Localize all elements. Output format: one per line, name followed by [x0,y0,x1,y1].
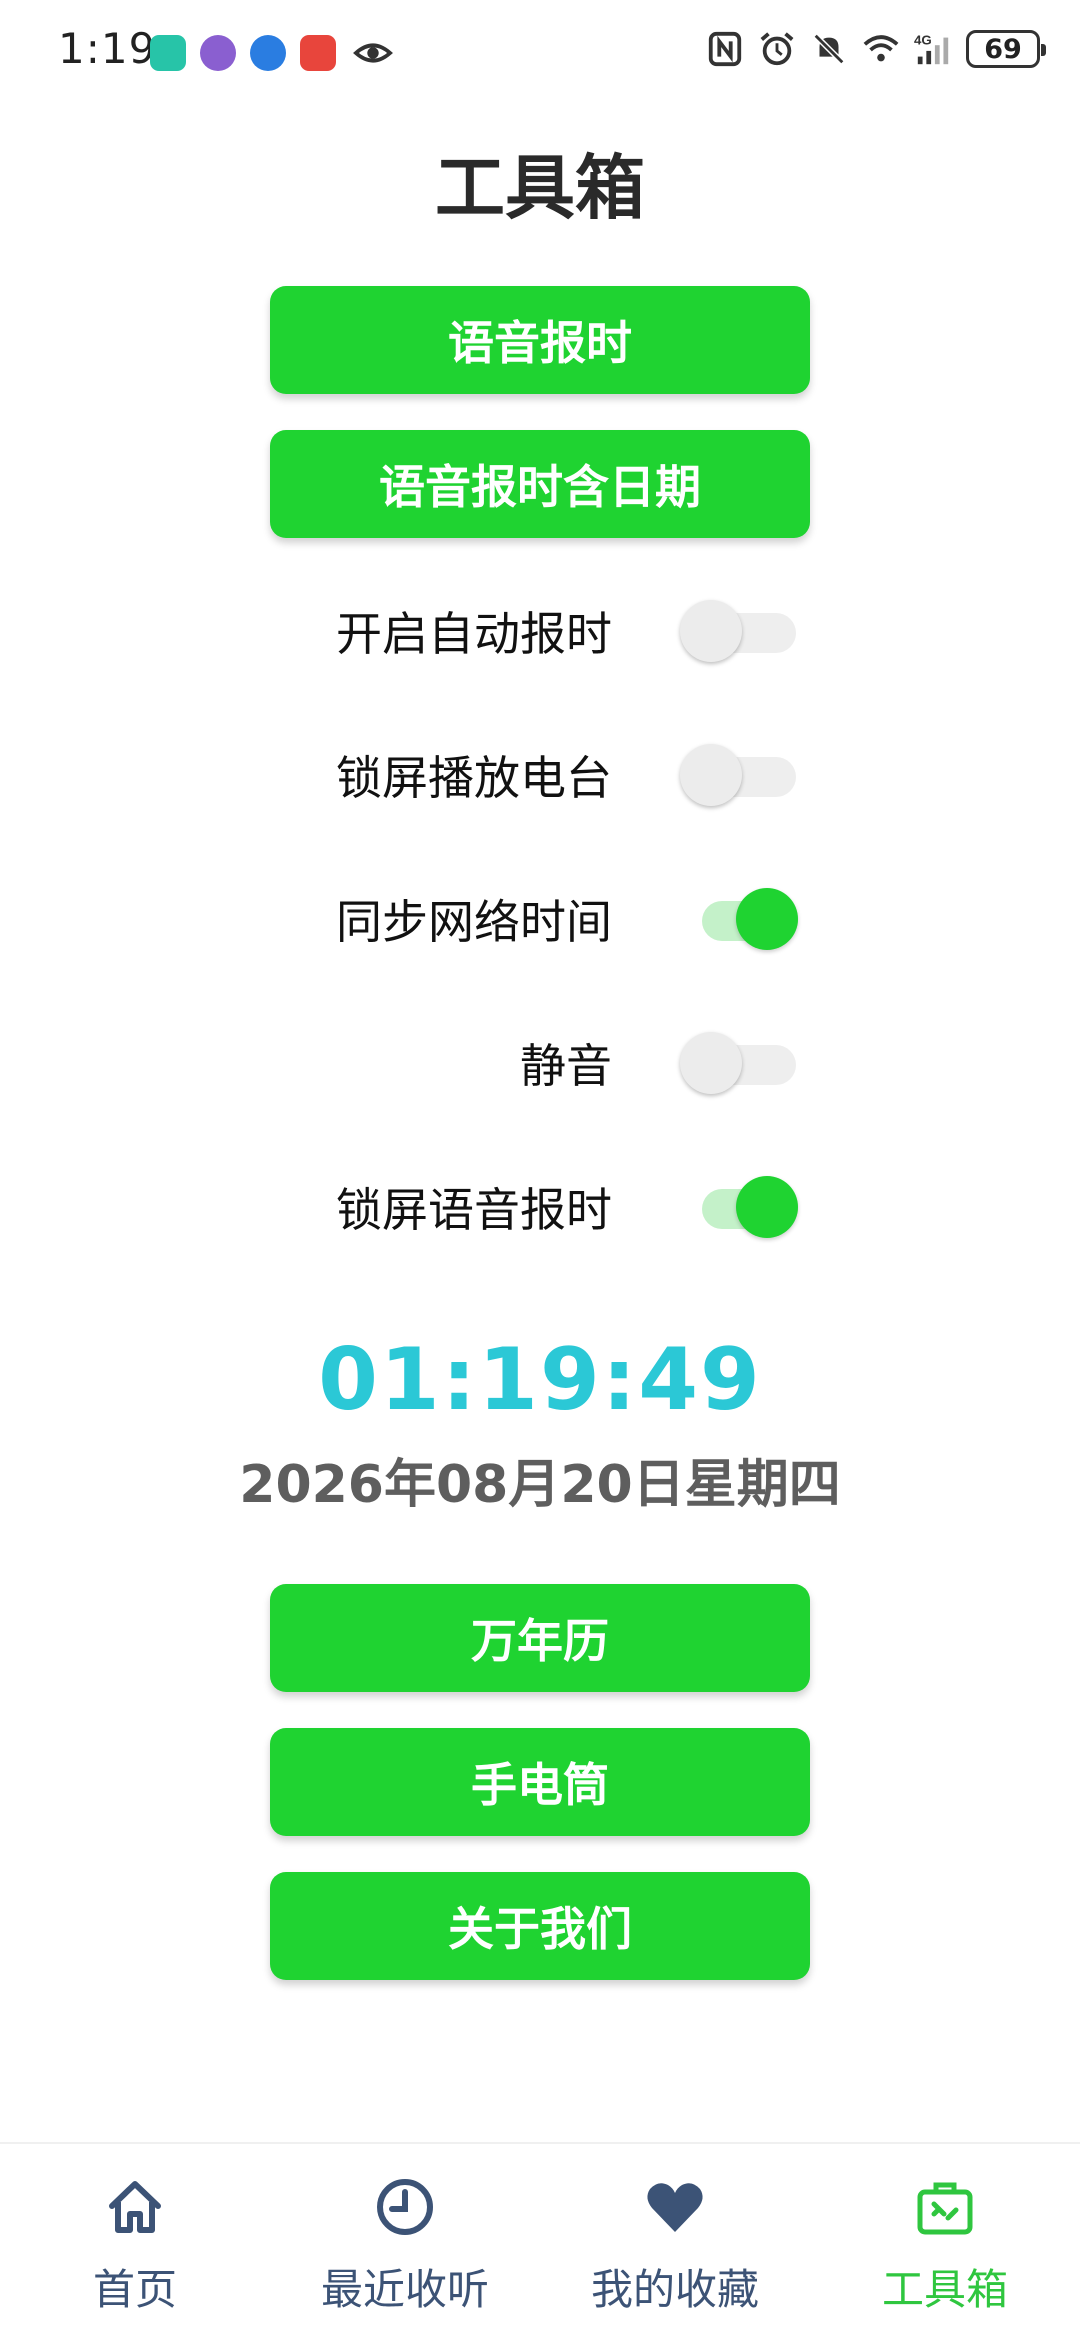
auto-announce-switch[interactable] [680,600,804,662]
clock-icon [377,2179,433,2235]
toggle-label: 同步网络时间 [336,895,612,949]
toggle-label: 锁屏播放电台 [336,751,612,805]
nav-item-favorites[interactable]: 我的收藏 [540,2144,810,2340]
voice-time-with-date-button[interactable]: 语音报时含日期 [270,430,810,538]
page-title: 工具箱 [435,147,645,229]
clock-date: 2026年08月20日星期四 [239,1455,841,1515]
mute-switch[interactable] [680,1032,804,1094]
heart-icon [647,2183,703,2232]
sync-network-time-switch[interactable] [680,888,804,950]
system-status-icons: 4G 69 [706,30,1046,68]
lockscreen-voice-switch[interactable] [680,1176,804,1238]
app-notification-icon [150,35,186,71]
home-icon [109,2181,161,2233]
flashlight-button[interactable]: 手电筒 [270,1728,810,1836]
mute-bell-icon [813,33,845,65]
wifi-icon [863,35,899,62]
notification-icons [150,34,396,72]
toggle-row-auto-announce: 开启自动报时 [0,574,1080,684]
nav-label: 最近收听 [320,2265,489,2314]
toggle-row-mute: 静音 [0,1006,1080,1116]
status-bar: 1:19 4G 69 [0,0,1080,110]
nav-label: 首页 [92,2265,177,2314]
nav-label: 我的收藏 [590,2265,759,2314]
status-time: 1:19 [58,24,157,73]
svg-text:4G: 4G [914,32,932,47]
battery-indicator: 69 [966,30,1046,68]
clock-time: 01:19:49 [318,1330,762,1430]
toggle-row-sync-network-time: 同步网络时间 [0,862,1080,972]
toggle-row-lockscreen-voice: 锁屏语音报时 [0,1150,1080,1260]
app-notification-icon [300,35,336,71]
nav-item-recent[interactable]: 最近收听 [270,2144,540,2340]
app-notification-icon [200,35,236,71]
lockscreen-radio-switch[interactable] [680,744,804,806]
nav-item-toolbox[interactable]: 工具箱 [810,2144,1080,2340]
app-notification-icon [250,35,286,71]
eye-icon [353,43,393,63]
about-us-button[interactable]: 关于我们 [270,1872,810,1980]
nav-item-home[interactable]: 首页 [0,2144,270,2340]
toggle-label: 锁屏语音报时 [336,1183,612,1237]
nav-label: 工具箱 [881,2265,1008,2314]
calendar-button[interactable]: 万年历 [270,1584,810,1692]
toggle-label: 开启自动报时 [336,607,612,661]
toggle-label: 静音 [520,1039,612,1093]
bottom-nav: 首页 最近收听 我的收藏 工具箱 [0,2142,1080,2340]
toggle-row-lockscreen-radio: 锁屏播放电台 [0,718,1080,828]
toolbox-screen: 1:19 4G 69 工具箱 语音报时 语音报时含日期 开启自动报时 锁屏播放电… [0,0,1080,2340]
signal-icon: 4G [914,32,949,65]
nfc-icon [708,31,742,67]
voice-time-button[interactable]: 语音报时 [270,286,810,394]
alarm-icon [760,32,794,66]
toolbox-icon [917,2182,973,2235]
